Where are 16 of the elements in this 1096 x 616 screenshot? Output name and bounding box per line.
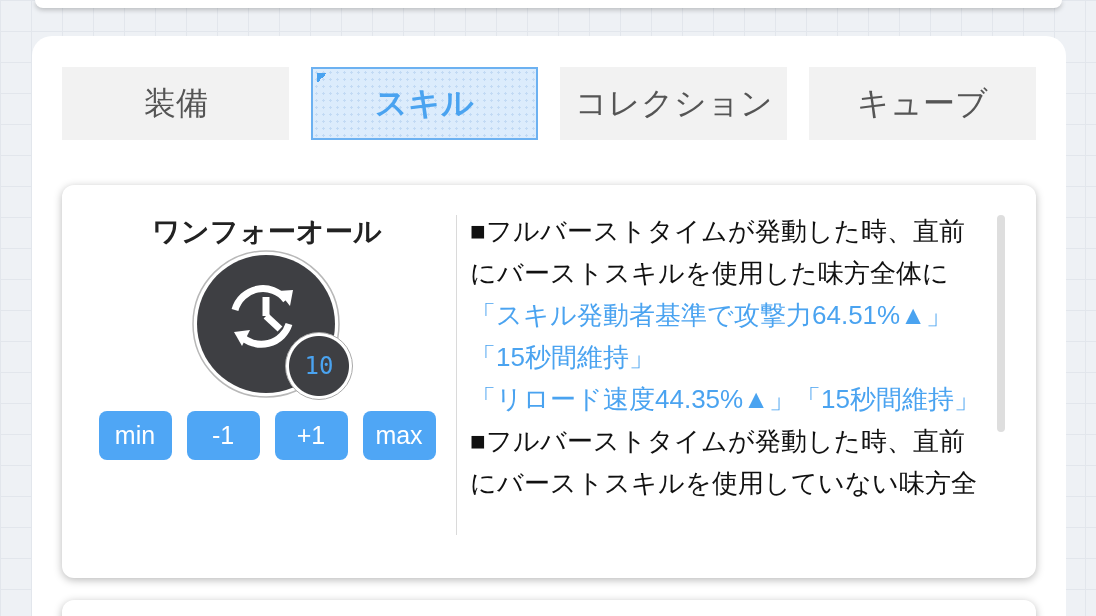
effect-text: 「リロード速度44.35%▲」「15秒間維持」 — [470, 383, 981, 416]
level-badge: 10 — [285, 332, 353, 400]
level-button[interactable]: +1 — [274, 411, 348, 460]
tab[interactable]: スキル — [311, 67, 538, 140]
tab[interactable]: 装備 — [62, 67, 289, 140]
scrollbar-thumb[interactable] — [997, 215, 1005, 432]
description-text: ■フルバーストタイムが発動した時、直前にバーストスキルを使用した味方全体に — [470, 215, 966, 290]
effect-text: 「15秒間維持」 — [470, 341, 656, 374]
tab[interactable]: キューブ — [809, 67, 1036, 140]
skill-name: ワンフォーオール — [152, 215, 382, 249]
tab[interactable]: コレクション — [560, 67, 787, 140]
description-text: ■フルバーストタイムが発動した時、直前にバーストスキルを使用していない味方全 — [470, 425, 978, 500]
level-button[interactable]: min — [98, 411, 172, 460]
effect-text: 「スキル発動者基準で攻撃力64.51%▲」 — [470, 299, 953, 332]
level-button[interactable]: max — [362, 411, 436, 460]
level-button[interactable]: -1 — [186, 411, 260, 460]
